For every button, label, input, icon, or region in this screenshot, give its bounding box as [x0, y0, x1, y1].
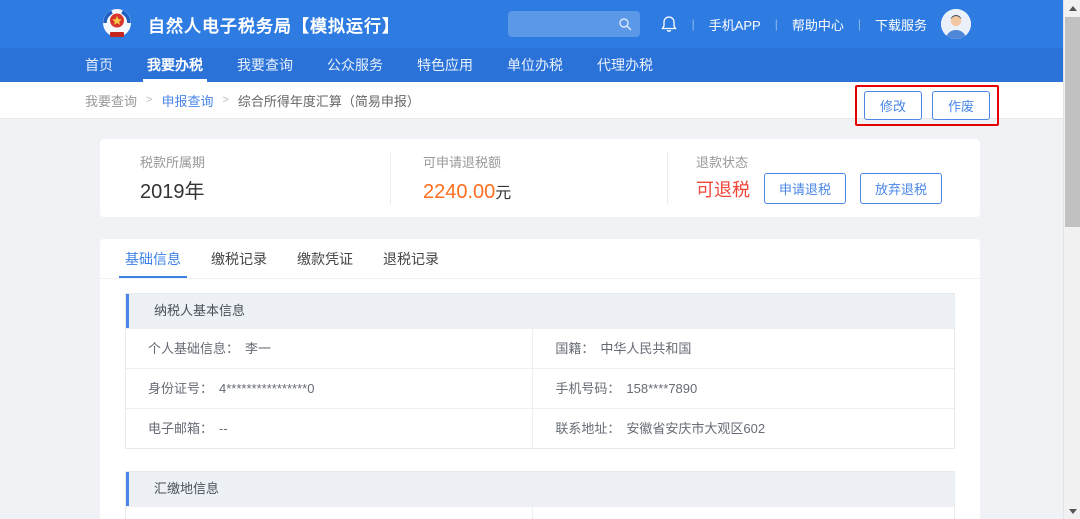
detail-tabs: 基础信息 缴税记录 缴款凭证 退税记录 — [100, 239, 980, 279]
remittance-info-box: 汇缴地信息 汇缴地主管税务机关：佛山市南海区地方税务局 任职受雇单位：南北西中某… — [125, 471, 955, 519]
chevron-right-icon: > — [222, 94, 228, 106]
refundable-amount-label: 可申请退税额 — [423, 152, 667, 171]
tab-basic-info[interactable]: 基础信息 — [125, 239, 181, 278]
chevron-right-icon: > — [146, 94, 152, 106]
scroll-up-icon — [1069, 6, 1077, 11]
table-row: 个人基础信息： 李一 国籍： 中华人民共和国 — [126, 328, 954, 368]
detail-card: 基础信息 缴税记录 缴款凭证 退税记录 纳税人基本信息 个人基础信息： 李一 国籍… — [100, 239, 980, 519]
breadcrumb-query[interactable]: 我要查询 — [85, 91, 137, 110]
vertical-scrollbar[interactable] — [1063, 0, 1080, 519]
field-value: 中华人民共和国 — [600, 341, 691, 356]
field-value: 李一 — [245, 341, 271, 356]
main-viewport: 自然人电子税务局【模拟运行】 — [0, 0, 1063, 519]
tax-period-value: 2019年 — [140, 175, 390, 204]
employer-cell: 任职受雇单位：南北西中某制品有限公司 — [533, 507, 954, 519]
field-label: 个人基础信息： — [148, 341, 239, 356]
refund-status-label: 退款状态 — [696, 152, 980, 171]
apply-refund-button[interactable]: 申请退税 — [764, 173, 846, 204]
refundable-amount-block: 可申请退税额 2240.00元 — [390, 152, 667, 204]
tax-period-block: 税款所属期 2019年 — [100, 152, 390, 204]
tax-period-label: 税款所属期 — [140, 152, 390, 171]
field-label: 国籍： — [555, 341, 594, 356]
field-label: 手机号码： — [555, 381, 620, 396]
link-help-center[interactable]: 帮助中心 — [792, 15, 844, 34]
annotation-box: 修改 作废 — [855, 85, 999, 126]
personal-basic-info-cell: 个人基础信息： 李一 — [126, 329, 533, 368]
header-divider: | — [858, 17, 861, 31]
nationality-cell: 国籍： 中华人民共和国 — [533, 329, 954, 368]
field-label: 身份证号： — [148, 381, 213, 396]
id-number-cell: 身份证号： 4****************0 — [126, 369, 533, 408]
summary-card: 税款所属期 2019年 可申请退税额 2240.00元 退款状态 可退税 申请退… — [100, 139, 980, 217]
taxpayer-info-box: 纳税人基本信息 个人基础信息： 李一 国籍： 中华人民共和国 身份证号： 4*****… — [125, 293, 955, 449]
field-value: 4****************0 — [219, 381, 314, 396]
refund-status-value: 可退税 — [696, 176, 750, 202]
breadcrumb: 我要查询 > 申报查询 > 综合所得年度汇算（简易申报） — [85, 91, 420, 110]
field-value: 安徽省安庆市大观区602 — [626, 421, 765, 436]
field-label: 联系地址： — [555, 421, 620, 436]
tax-bureau-emblem-icon — [98, 5, 136, 43]
competent-tax-authority-cell: 汇缴地主管税务机关：佛山市南海区地方税务局 — [126, 507, 533, 519]
user-avatar[interactable] — [941, 9, 971, 39]
nav-company-tax[interactable]: 单位办税 — [507, 48, 563, 82]
page-content: 税款所属期 2019年 可申请退税额 2240.00元 退款状态 可退税 申请退… — [0, 119, 1063, 519]
table-row: 汇缴地主管税务机关：佛山市南海区地方税务局 任职受雇单位：南北西中某制品有限公司 — [126, 506, 954, 519]
page: 自然人电子税务局【模拟运行】 — [0, 0, 1080, 519]
scrollbar-thumb[interactable] — [1065, 17, 1080, 227]
invalidate-button[interactable]: 作废 — [932, 91, 990, 120]
refundable-amount-value: 2240.00 — [423, 181, 495, 203]
scroll-up-button[interactable] — [1064, 0, 1080, 16]
app-title: 自然人电子税务局【模拟运行】 — [148, 12, 400, 37]
nav-featured-apps[interactable]: 特色应用 — [417, 48, 473, 82]
remittance-info-title: 汇缴地信息 — [126, 472, 954, 506]
breadcrumb-declaration-query[interactable]: 申报查询 — [161, 91, 213, 110]
contact-address-cell: 联系地址： 安徽省安庆市大观区602 — [533, 409, 954, 448]
taxpayer-info-title: 纳税人基本信息 — [126, 294, 954, 328]
email-cell: 电子邮箱： -- — [126, 409, 533, 448]
nav-home[interactable]: 首页 — [85, 48, 113, 82]
refundable-amount-unit: 元 — [495, 185, 511, 202]
table-row: 电子邮箱： -- 联系地址： 安徽省安庆市大观区602 — [126, 408, 954, 448]
breadcrumb-current-page: 综合所得年度汇算（简易申报） — [238, 91, 420, 110]
field-label: 电子邮箱： — [148, 421, 213, 436]
header-search — [508, 11, 640, 37]
field-value: 158****7890 — [626, 381, 697, 396]
top-header: 自然人电子税务局【模拟运行】 — [0, 0, 1063, 48]
table-row: 身份证号： 4****************0 手机号码： 158****7890 — [126, 368, 954, 408]
tab-refund-records[interactable]: 退税记录 — [383, 239, 439, 278]
header-divider: | — [775, 17, 778, 31]
header-divider: | — [692, 17, 695, 31]
scroll-down-icon — [1069, 509, 1077, 514]
nav-public-service[interactable]: 公众服务 — [327, 48, 383, 82]
breadcrumb-bar: 我要查询 > 申报查询 > 综合所得年度汇算（简易申报） 修改 作废 — [0, 82, 1063, 119]
scroll-down-button[interactable] — [1064, 503, 1080, 519]
nav-agent-tax[interactable]: 代理办税 — [597, 48, 653, 82]
abandon-refund-button[interactable]: 放弃退税 — [860, 173, 942, 204]
main-nav: 首页 我要办税 我要查询 公众服务 特色应用 单位办税 代理办税 — [0, 48, 1063, 82]
link-mobile-app[interactable]: 手机APP — [709, 15, 761, 34]
tab-payment-voucher[interactable]: 缴款凭证 — [297, 239, 353, 278]
refund-status-block: 退款状态 可退税 申请退税 放弃退税 — [667, 152, 980, 204]
nav-i-want-to-pay-tax[interactable]: 我要办税 — [147, 48, 203, 82]
mobile-number-cell: 手机号码： 158****7890 — [533, 369, 954, 408]
search-input[interactable] — [516, 17, 618, 31]
search-icon[interactable] — [618, 17, 632, 31]
link-download-service[interactable]: 下载服务 — [875, 15, 927, 34]
tab-tax-payment-records[interactable]: 缴税记录 — [211, 239, 267, 278]
nav-i-want-to-query[interactable]: 我要查询 — [237, 48, 293, 82]
notification-bell-icon[interactable] — [660, 15, 678, 33]
modify-button[interactable]: 修改 — [864, 91, 922, 120]
field-value: -- — [219, 421, 228, 436]
header-right-group: | 手机APP | 帮助中心 | 下载服务 — [508, 9, 971, 39]
